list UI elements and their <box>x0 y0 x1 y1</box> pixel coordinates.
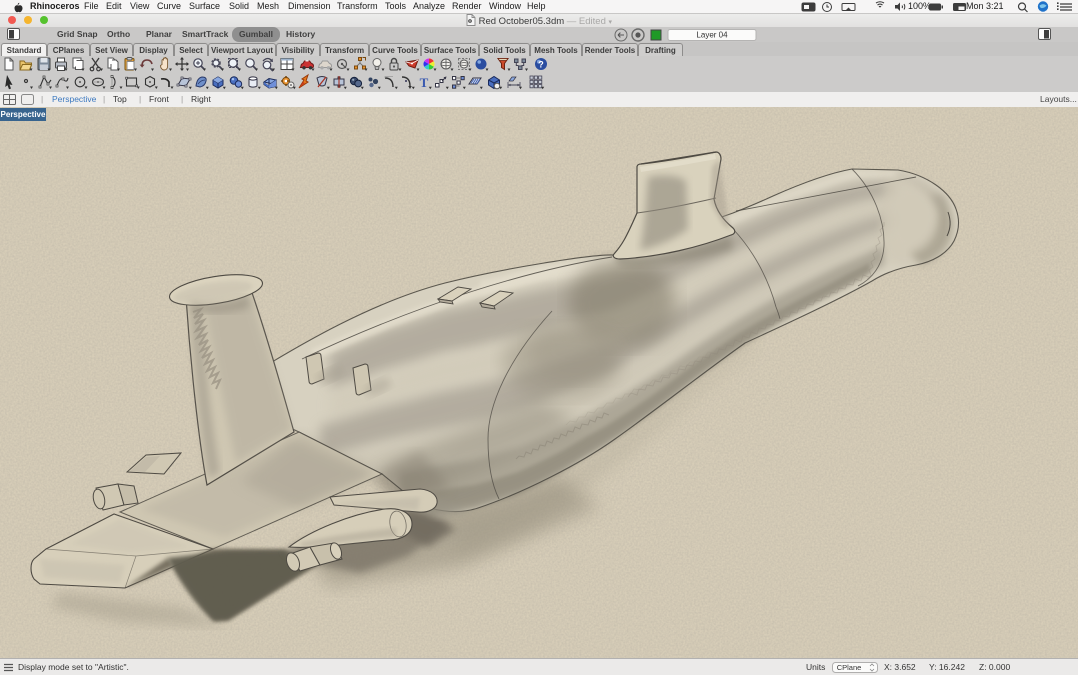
svg-text:?: ? <box>538 60 544 70</box>
svg-text:CPlane: CPlane <box>837 663 862 672</box>
svg-text:Layer 04: Layer 04 <box>696 31 728 40</box>
svg-text:T: T <box>420 75 429 90</box>
